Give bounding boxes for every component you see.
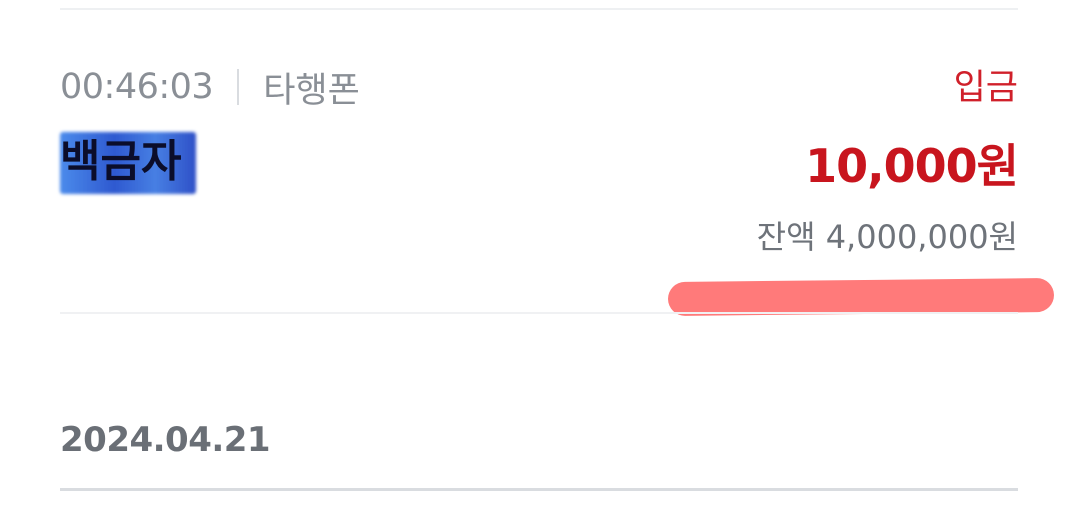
date-divider	[60, 488, 1018, 491]
transaction-time: 00:46:03	[60, 67, 214, 107]
top-divider	[60, 8, 1018, 10]
counterparty-name: 백금자	[60, 136, 182, 187]
meta-separator	[237, 69, 240, 105]
transaction-list: 00:46:03 타행폰 입금 백금자 10,000원 잔액 4,000,000…	[0, 0, 1078, 507]
transaction-balance: 잔액 4,000,000원	[756, 218, 1018, 256]
transaction-amount: 10,000원	[805, 139, 1019, 193]
transaction-meta: 00:46:03 타행폰	[60, 64, 360, 111]
transaction-type: 입금	[953, 68, 1018, 108]
date-header: 2024.04.21	[60, 420, 271, 460]
highlight-underline-mark	[667, 277, 1055, 317]
item-divider	[60, 312, 1018, 314]
transaction-channel: 타행폰	[263, 70, 360, 111]
counterparty-name-block: 백금자	[60, 130, 196, 194]
